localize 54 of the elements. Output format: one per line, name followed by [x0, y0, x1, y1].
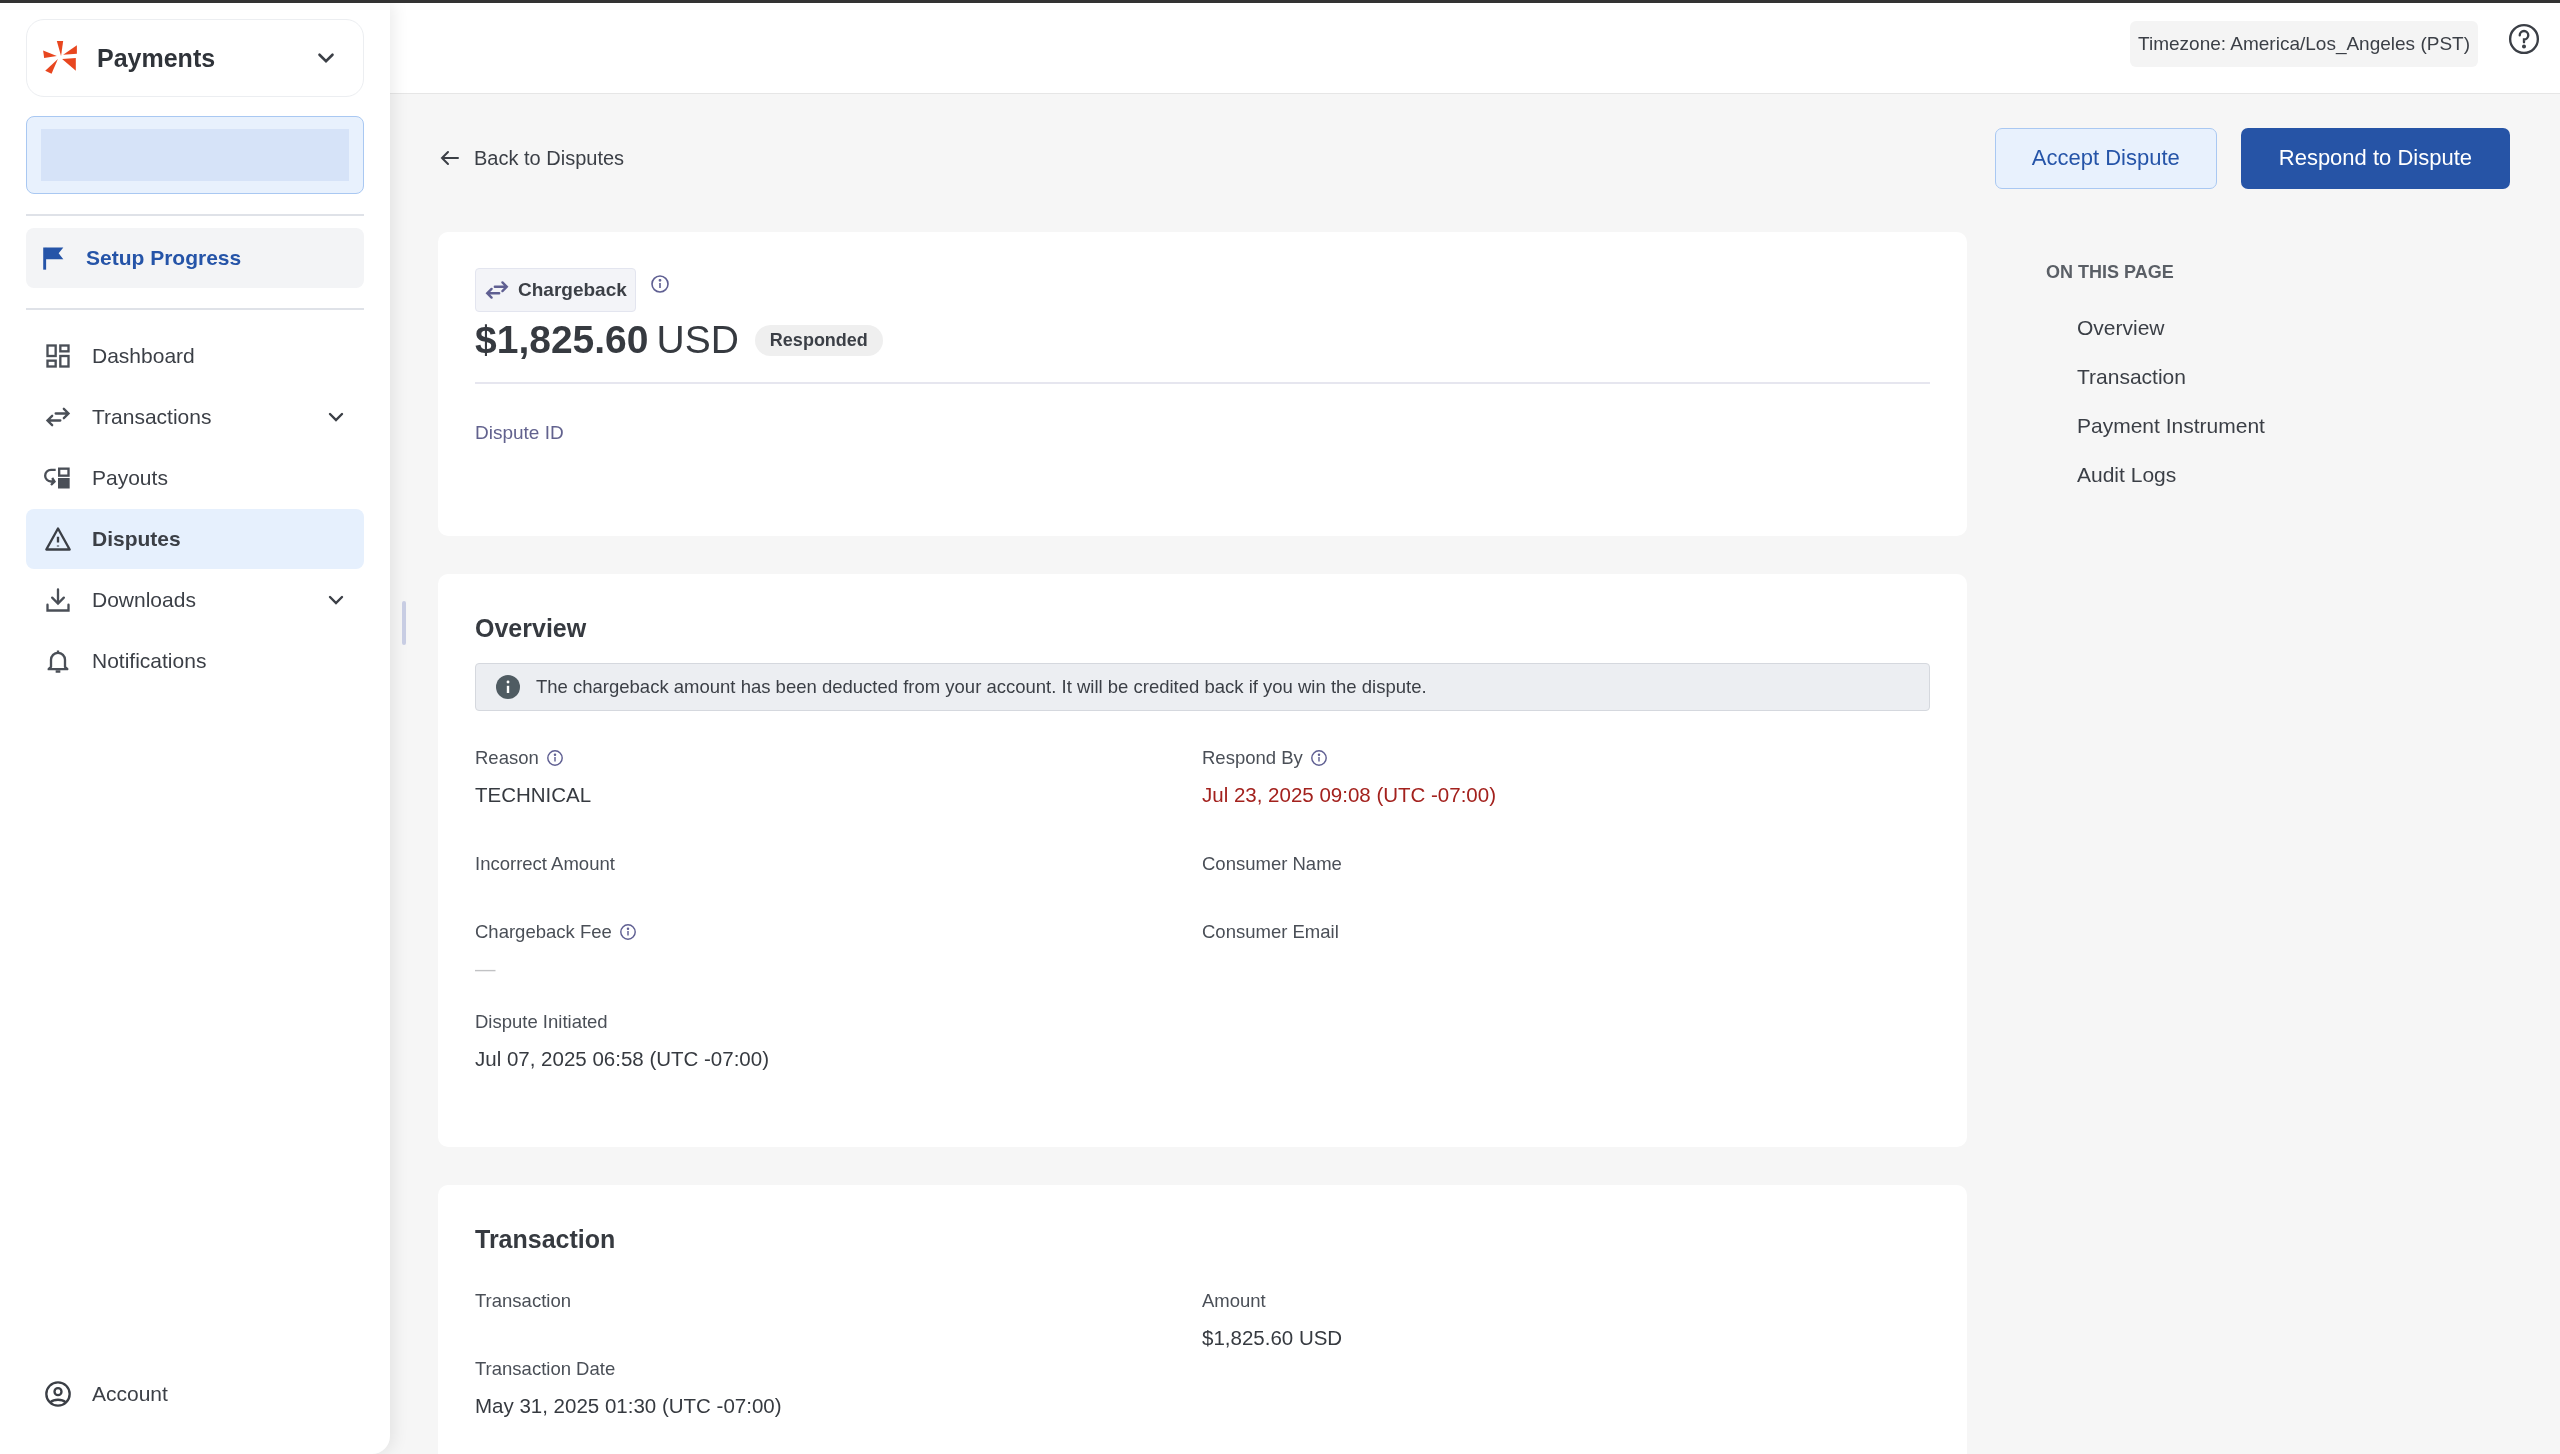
- field-value: Jul 23, 2025 09:08 (UTC -07:00): [1202, 783, 1497, 807]
- user-circle-icon: [44, 1380, 72, 1408]
- field-label: Dispute Initiated: [475, 1011, 608, 1033]
- scroll-handle[interactable]: [402, 601, 406, 645]
- toc-heading: ON THIS PAGE: [2046, 262, 2175, 283]
- field-label: Amount: [1202, 1290, 1266, 1312]
- field-value: TECHNICAL: [475, 783, 593, 807]
- field-label: Chargeback Fee: [475, 921, 612, 943]
- nav-item[interactable]: Notifications: [26, 631, 364, 691]
- info-icon: [496, 675, 520, 699]
- account-item[interactable]: Account: [26, 1364, 364, 1424]
- accept-button[interactable]: Accept Dispute: [1994, 127, 2217, 189]
- field-value: $1,825.60 USD: [1202, 1326, 1344, 1350]
- timezone-chip: Timezone: America/Los_Angeles (PST): [2130, 21, 2478, 67]
- field-value: Jul 07, 2025 06:58 (UTC -07:00): [475, 1047, 770, 1071]
- field-label: Consumer Name: [1202, 853, 1342, 875]
- help-icon[interactable]: [2508, 23, 2540, 55]
- info-icon[interactable]: [649, 274, 670, 294]
- field-value: May 31, 2025 01:30 (UTC -07:00): [475, 1394, 783, 1418]
- notice-text: The chargeback amount has been deducted from your account. It will be credited back if you win the dispute.: [536, 676, 1427, 698]
- section-title: Overview: [475, 614, 588, 643]
- nav-item[interactable]: Payouts: [26, 448, 364, 508]
- toc-link[interactable]: Audit Logs: [2046, 450, 2265, 499]
- field-label: Transaction: [475, 1290, 571, 1312]
- respond-button[interactable]: Respond to Dispute: [2240, 127, 2510, 189]
- grid-icon: [44, 342, 72, 370]
- field-label: Respond By: [1202, 747, 1303, 769]
- info-icon[interactable]: [1309, 749, 1328, 767]
- app-switcher[interactable]: Payments: [26, 19, 364, 97]
- status-badge: Responded: [754, 324, 883, 356]
- toc-link[interactable]: Overview: [2046, 303, 2265, 352]
- field-label: Incorrect Amount: [475, 853, 615, 875]
- info-icon[interactable]: [545, 749, 564, 767]
- warning-icon: [44, 525, 72, 553]
- type-chip: Chargeback: [475, 268, 636, 312]
- nav-item[interactable]: Transactions: [26, 387, 364, 447]
- currency: USD: [656, 318, 739, 362]
- field-label: Transaction Date: [475, 1358, 616, 1380]
- nav-item[interactable]: Dashboard: [26, 326, 364, 386]
- logo-icon: [41, 39, 79, 77]
- field-value: —: [475, 957, 497, 981]
- toc-link[interactable]: Payment Instrument: [2046, 401, 2265, 450]
- back-link[interactable]: Back to Disputes: [438, 146, 625, 170]
- field-label: Consumer Email: [1202, 921, 1339, 943]
- amount: $1,825.60: [475, 318, 649, 362]
- setup-progress-item[interactable]: Setup Progress: [26, 228, 364, 288]
- info-icon[interactable]: [618, 923, 637, 941]
- toc-link[interactable]: Transaction: [2046, 352, 2265, 401]
- nav-item[interactable]: Disputes: [26, 509, 364, 569]
- nav-item[interactable]: Downloads: [26, 570, 364, 630]
- section-title: Transaction: [475, 1225, 617, 1254]
- field-label: Dispute ID: [475, 422, 565, 445]
- download-icon: [44, 586, 72, 614]
- field-label: Reason: [475, 747, 539, 769]
